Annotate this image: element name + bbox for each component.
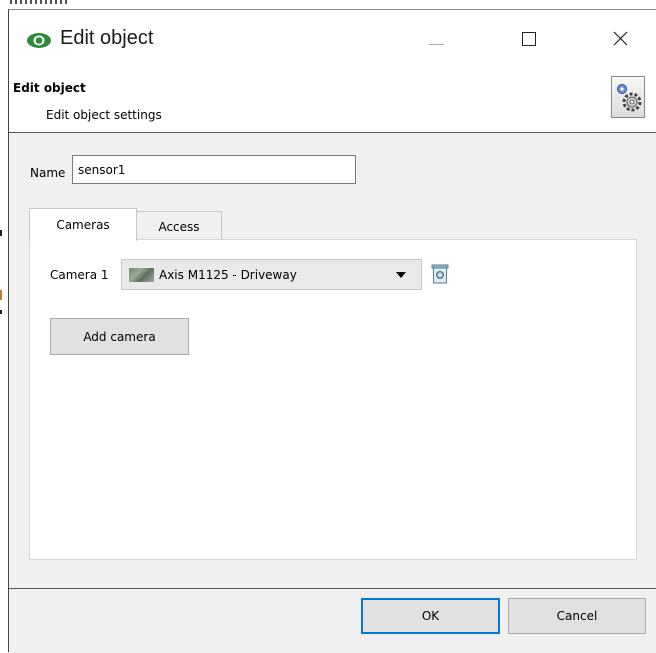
window-title: Edit object bbox=[60, 27, 154, 49]
header-subtitle: Edit object settings bbox=[46, 108, 162, 122]
eye-icon bbox=[27, 33, 51, 48]
background-strip-top bbox=[0, 0, 656, 9]
dialog-content: Name Cameras Access Camera 1 Axis M1125 … bbox=[9, 133, 656, 588]
background-strip-left bbox=[0, 0, 8, 652]
delete-camera-icon[interactable] bbox=[429, 262, 451, 286]
name-input[interactable] bbox=[72, 155, 356, 184]
ok-button[interactable]: OK bbox=[361, 598, 500, 634]
add-camera-button[interactable]: Add camera bbox=[50, 318, 189, 355]
title-bar[interactable]: Edit object bbox=[9, 10, 656, 66]
camera-1-select[interactable]: Axis M1125 - Driveway bbox=[121, 259, 422, 290]
header-title: Edit object bbox=[13, 81, 86, 95]
minimize-icon bbox=[429, 44, 444, 45]
dialog-header: Edit object Edit object settings bbox=[9, 66, 656, 132]
dialog-footer: OK Cancel bbox=[9, 589, 656, 653]
tab-access-label: Access bbox=[158, 220, 200, 234]
tab-cameras-label: Cameras bbox=[56, 218, 110, 232]
settings-gears-icon bbox=[611, 76, 645, 118]
name-label: Name bbox=[30, 166, 66, 180]
tab-access[interactable]: Access bbox=[136, 211, 222, 240]
minimize-button[interactable] bbox=[413, 22, 459, 56]
maximize-icon bbox=[522, 32, 536, 46]
dropdown-arrow-icon bbox=[396, 272, 406, 278]
edit-object-dialog: Edit object Edit object Edit object sett… bbox=[8, 9, 656, 653]
cameras-tab-panel: Camera 1 Axis M1125 - Driveway Add camer… bbox=[29, 239, 637, 560]
cancel-button[interactable]: Cancel bbox=[508, 598, 646, 634]
close-button[interactable] bbox=[599, 22, 645, 56]
maximize-button[interactable] bbox=[507, 22, 553, 56]
close-icon bbox=[613, 31, 628, 46]
camera-1-selected-value: Axis M1125 - Driveway bbox=[159, 268, 297, 282]
camera-1-label: Camera 1 bbox=[50, 268, 109, 282]
camera-thumbnail bbox=[129, 268, 154, 282]
tab-cameras[interactable]: Cameras bbox=[29, 208, 137, 241]
